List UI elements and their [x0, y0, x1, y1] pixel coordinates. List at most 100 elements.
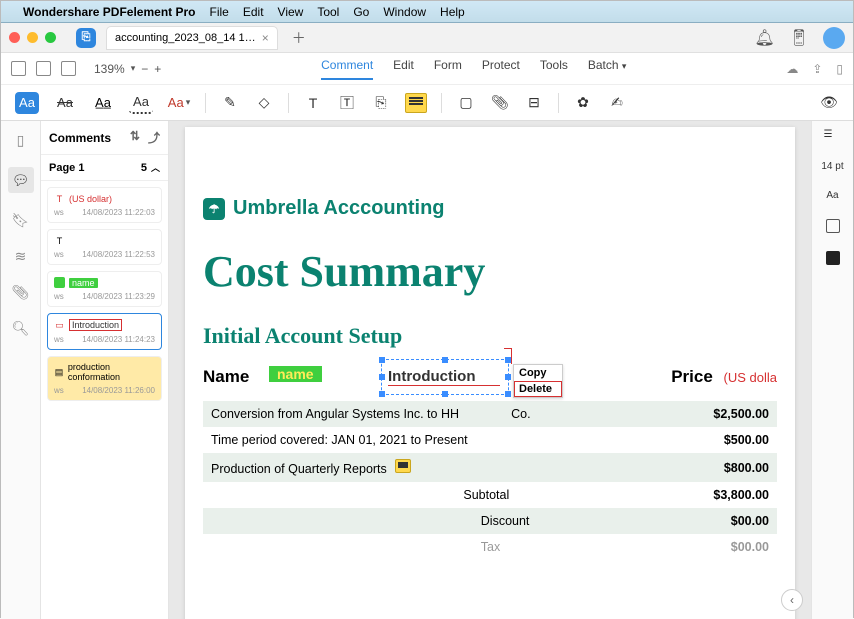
window-zoom-button[interactable] — [45, 32, 56, 43]
highlight-annotation[interactable]: name — [269, 366, 322, 382]
tab-protect[interactable]: Protect — [482, 58, 520, 80]
comment-text: (US dollar) — [69, 194, 112, 204]
reading-view-icon[interactable] — [61, 61, 76, 76]
rail-bookmark-icon[interactable]: 🔖︎ — [12, 211, 30, 229]
window-close-button[interactable] — [9, 32, 20, 43]
context-menu-copy[interactable]: Copy — [514, 365, 562, 381]
fill-color-swatch[interactable] — [826, 251, 840, 265]
shape-rect-tool-icon[interactable]: ▢ — [456, 93, 476, 113]
highlight-box-tool[interactable]: Aa — [15, 92, 39, 114]
underline-tool[interactable]: A̲a̲ — [91, 92, 115, 114]
document-tab[interactable]: accounting_2023_08_14 1… × — [106, 26, 278, 50]
share-icon[interactable]: ⇪ — [812, 62, 822, 76]
zoom-control[interactable]: 139% ▾ − + — [94, 62, 161, 76]
total-price: $3,800.00 — [713, 488, 769, 502]
text-tool-icon[interactable]: T — [303, 93, 323, 113]
comment-text: Introduction — [69, 319, 122, 331]
user-avatar[interactable] — [823, 27, 845, 49]
ribbon-tabs: Comment Edit Form Protect Tools Batch ▾ — [321, 58, 626, 80]
window-minimize-button[interactable] — [27, 32, 38, 43]
sticky-note-tool-icon[interactable] — [405, 93, 427, 113]
eraser-tool-icon[interactable]: ◇ — [254, 93, 274, 113]
zoom-in-button[interactable]: + — [154, 62, 161, 76]
stroke-color-swatch[interactable] — [826, 219, 840, 233]
strikethrough-tool[interactable]: Aa — [53, 92, 77, 114]
comment-card-selected[interactable]: ▭Introduction ws14/08/2023 11:24:23 — [47, 313, 162, 350]
menu-view[interactable]: View — [278, 5, 304, 19]
row-label: Conversion from Angular Systems Inc. to … — [211, 407, 459, 421]
font-size-label[interactable]: 14 pt — [821, 161, 843, 172]
right-properties-panel: ☰ 14 pt Aa — [811, 121, 853, 619]
row-price: $2,500.00 — [713, 407, 769, 421]
highlight-icon — [54, 277, 65, 288]
pencil-tool-icon[interactable]: ✎ — [220, 93, 240, 113]
line-weight-icon[interactable]: ☰ — [824, 129, 842, 143]
comment-tools-toolbar: Aa Aa A̲a̲ Aa Aa ✎ ◇ T 🅃 ⎘ ▢ 📎︎ ⊟ ✿ ✍︎ 👁… — [1, 85, 853, 121]
zoom-chevron-icon[interactable]: ▾ — [131, 63, 136, 74]
menu-tool[interactable]: Tool — [317, 5, 339, 19]
comment-author: ws — [54, 335, 64, 344]
document-canvas[interactable]: 📊︎ ☂︎ Umbrella Acccounting Cost Summary … — [169, 121, 811, 619]
table-row: Time period covered: JAN 01, 2021 to Pre… — [203, 427, 777, 453]
toolbar-divider — [558, 93, 559, 113]
rail-comments-icon[interactable]: 💬︎ — [8, 167, 34, 193]
brand-logo-icon: ☂︎ — [203, 198, 225, 220]
font-style-label[interactable]: Aa — [826, 190, 838, 201]
menubar-app-name[interactable]: Wondershare PDFelement Pro — [23, 5, 196, 19]
comment-time: 14/08/2023 11:22:53 — [82, 250, 155, 259]
collapse-chevron-icon[interactable]: ︿ — [151, 161, 160, 174]
rail-thumbnail-icon[interactable]: ▯ — [12, 131, 30, 149]
notification-bell-icon[interactable]: 🔔︎ — [754, 28, 774, 48]
comments-export-icon[interactable]: ⤴︎ — [148, 129, 160, 146]
comment-card[interactable]: T ws14/08/2023 11:22:53 — [47, 229, 162, 265]
menu-file[interactable]: File — [210, 5, 229, 19]
doc-heading-2: Initial Account Setup — [203, 323, 777, 349]
document-tab-title: accounting_2023_08_14 1… — [115, 32, 256, 44]
selection-bounding-box[interactable]: Introduction — [381, 359, 509, 395]
menu-window[interactable]: Window — [383, 5, 426, 19]
sidebar-toggle-icon[interactable] — [11, 61, 26, 76]
doc-brand: ☂︎ Umbrella Acccounting — [203, 197, 777, 220]
stamp-tool-icon[interactable]: ✿ — [573, 93, 593, 113]
scroll-left-button[interactable]: ‹ — [781, 589, 803, 611]
menu-help[interactable]: Help — [440, 5, 465, 19]
tab-comment[interactable]: Comment — [321, 58, 373, 80]
comment-time: 14/08/2023 11:22:03 — [82, 208, 155, 217]
tab-batch[interactable]: Batch ▾ — [588, 58, 627, 80]
sticky-note-annotation[interactable] — [395, 459, 411, 473]
row-label: Production of Quarterly Reports — [211, 462, 387, 476]
mobile-icon[interactable]: 📱︎ — [789, 28, 809, 48]
cloud-icon[interactable]: ☁︎ — [786, 62, 798, 76]
textbox-tool-icon[interactable]: 🅃 — [337, 93, 357, 113]
panel-toggle-icon[interactable]: ▯ — [836, 62, 843, 76]
comments-filter-icon[interactable]: ⇅ — [130, 129, 140, 146]
measure-tool-icon[interactable]: ⊟ — [524, 93, 544, 113]
comment-card[interactable]: name ws14/08/2023 11:23:29 — [47, 271, 162, 307]
attachment-tool-icon[interactable]: 📎︎ — [490, 93, 510, 113]
tab-close-icon[interactable]: × — [262, 31, 269, 45]
text-color-tool[interactable]: Aa — [167, 92, 191, 114]
zoom-out-button[interactable]: − — [141, 62, 148, 76]
squiggly-tool[interactable]: Aa — [129, 92, 153, 114]
comment-author: ws — [54, 250, 64, 259]
tab-edit[interactable]: Edit — [393, 58, 414, 80]
tab-form[interactable]: Form — [434, 58, 462, 80]
signature-tool-icon[interactable]: ✍︎ — [607, 93, 627, 113]
thumbnails-view-icon[interactable] — [36, 61, 51, 76]
rail-attachments-icon[interactable]: 📎︎ — [12, 283, 30, 301]
comments-count: 5 — [141, 162, 147, 174]
context-menu-delete[interactable]: Delete — [514, 381, 562, 397]
rect-annotation-label: Introduction — [388, 368, 475, 385]
tab-tools[interactable]: Tools — [540, 58, 568, 80]
menu-edit[interactable]: Edit — [243, 5, 264, 19]
callout-tool-icon[interactable]: ⎘ — [371, 93, 391, 113]
comment-card[interactable]: T(US dollar) ws14/08/2023 11:22:03 — [47, 187, 162, 223]
rail-layers-icon[interactable]: ≋ — [12, 247, 30, 265]
comment-card[interactable]: ▤production conformation ws14/08/2023 11… — [47, 356, 162, 401]
show-comments-icon[interactable]: 👁︎ — [819, 93, 839, 113]
rail-search-icon[interactable]: 🔍︎ — [12, 319, 30, 337]
zoom-value: 139% — [94, 62, 125, 76]
new-tab-button[interactable]: ＋ — [292, 28, 306, 48]
menu-go[interactable]: Go — [353, 5, 369, 19]
comments-page-header[interactable]: Page 1 5 ︿ — [41, 155, 168, 181]
